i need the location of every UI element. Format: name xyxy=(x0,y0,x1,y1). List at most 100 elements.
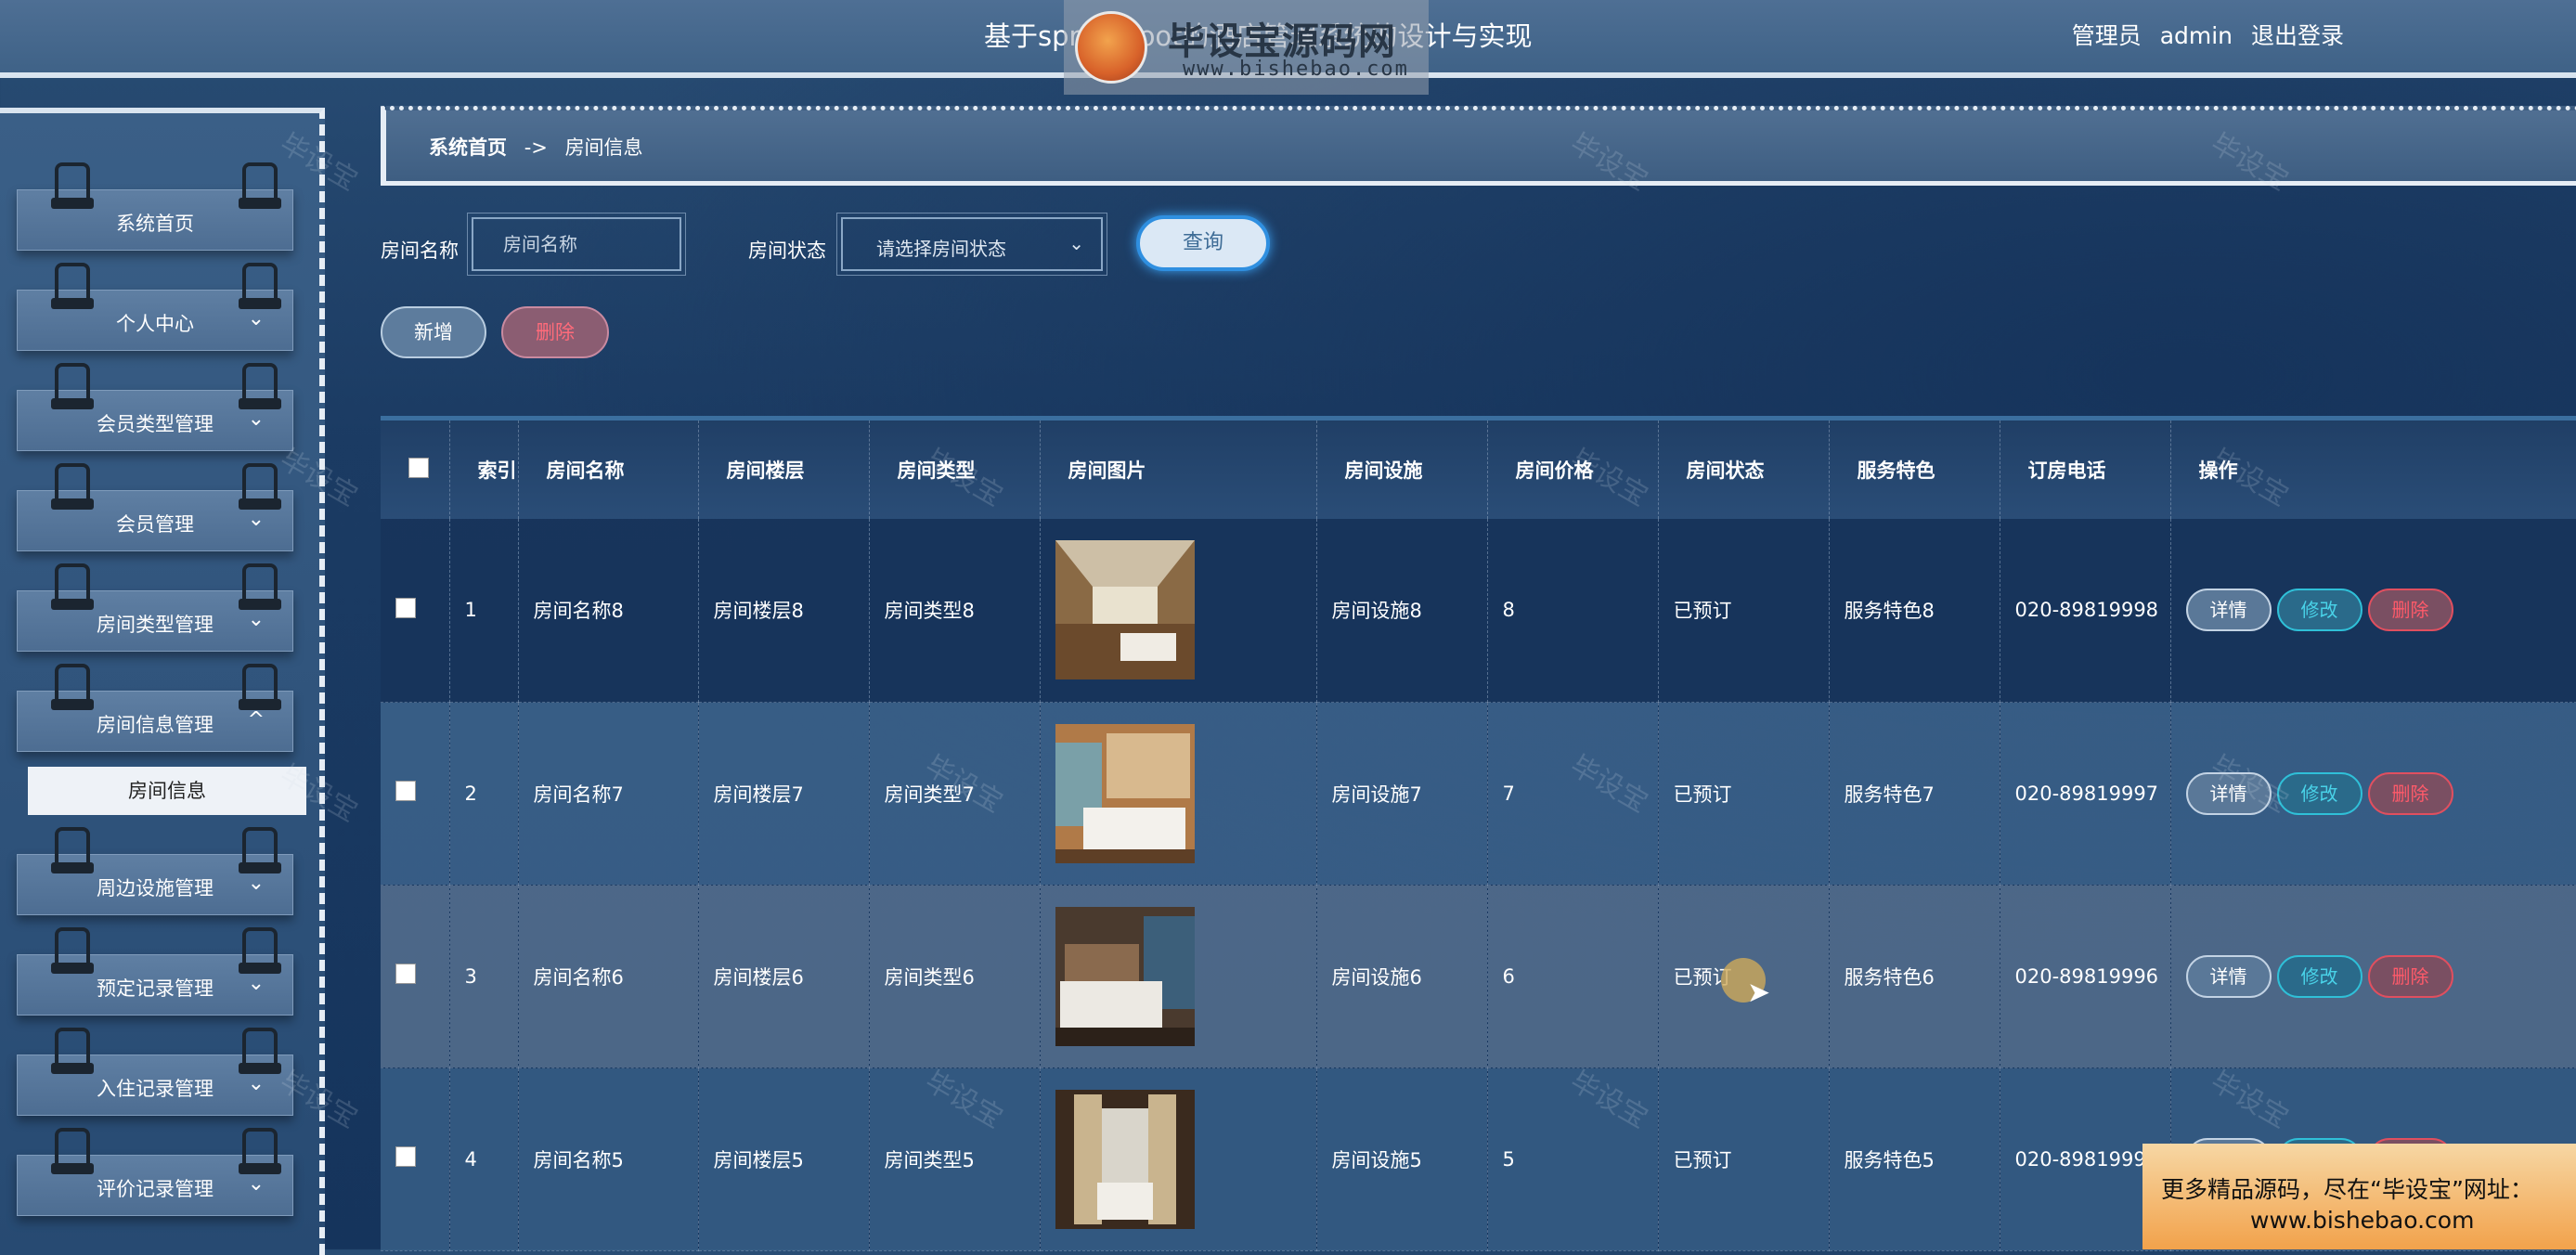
batch-delete-button[interactable]: 删除 xyxy=(501,306,609,358)
sidebar-item-review-records[interactable]: 评价记录管理 ⌄ xyxy=(17,1128,293,1216)
sidebar-item-personal-center[interactable]: 个人中心 ⌄ xyxy=(17,263,293,351)
binder-clip-icon xyxy=(239,1128,281,1174)
row-checkbox[interactable] xyxy=(395,1146,416,1167)
column-header: 订房电话 xyxy=(2000,420,2171,519)
column-header: 房间设施 xyxy=(1316,420,1488,519)
chevron-down-icon: ⌄ xyxy=(247,1072,265,1095)
room-name-label: 房间名称 xyxy=(381,239,459,262)
cell-room-image xyxy=(1040,885,1317,1068)
sidebar-subitem-room-info[interactable]: 房间信息 xyxy=(28,767,306,815)
delete-button[interactable]: 删除 xyxy=(2367,954,2453,998)
cell-room-floor: 房间楼层5 xyxy=(698,1067,870,1251)
binder-clip-icon xyxy=(51,363,94,409)
cell-room-type: 房间类型6 xyxy=(869,885,1041,1068)
row-select-cell[interactable] xyxy=(381,885,450,1068)
cell-phone: 020-89819996 xyxy=(2000,885,2171,1068)
delete-button[interactable]: 删除 xyxy=(2367,589,2453,632)
row-checkbox[interactable] xyxy=(395,964,416,984)
table-row: 3 房间名称6 房间楼层6 房间类型6 房间设施6 6 已预订 服务特色6 02… xyxy=(381,885,2576,1068)
binder-clip-icon xyxy=(239,927,281,974)
room-status-select[interactable]: 请选择房间状态 ⌄ xyxy=(836,213,1107,276)
column-header: 服务特色 xyxy=(1829,420,2000,519)
detail-button[interactable]: 详情 xyxy=(2185,771,2272,815)
cell-room-image xyxy=(1040,519,1317,703)
user-name: admin xyxy=(2159,22,2233,49)
row-checkbox[interactable] xyxy=(395,597,416,618)
cell-room-floor: 房间楼层8 xyxy=(698,519,870,703)
sidebar-item-checkin-records[interactable]: 入住记录管理 ⌄ xyxy=(17,1028,293,1116)
room-photo xyxy=(1055,906,1195,1046)
edit-button[interactable]: 修改 xyxy=(2276,954,2362,998)
query-button[interactable]: 查询 xyxy=(1136,215,1270,271)
sidebar-item-home[interactable]: 系统首页 xyxy=(17,162,293,251)
row-select-cell[interactable] xyxy=(381,1067,450,1251)
column-header: 操作 xyxy=(2170,420,2576,519)
select-all-header[interactable] xyxy=(381,420,450,519)
binder-clip-icon xyxy=(51,263,94,309)
cell-phone: 020-89819998 xyxy=(2000,519,2171,703)
room-table-grid: 索引 房间名称 房间楼层 房间类型 房间图片 房间设施 房间价格 房间状态 服务… xyxy=(381,420,2576,1251)
cell-room-facility: 房间设施5 xyxy=(1316,1067,1488,1251)
binder-clip-icon xyxy=(239,162,281,209)
cell-actions: 详情修改删除 xyxy=(2170,702,2576,886)
column-header: 房间图片 xyxy=(1040,420,1317,519)
add-button[interactable]: 新增 xyxy=(381,306,486,358)
breadcrumb-trail: 系统首页 -> 房间信息 xyxy=(429,133,654,161)
room-status-placeholder: 请选择房间状态 xyxy=(876,238,1006,260)
breadcrumb-current: 房间信息 xyxy=(564,136,643,159)
cell-service-feature: 服务特色8 xyxy=(1829,519,2000,703)
cell-room-status: 已预订 xyxy=(1658,702,1830,886)
column-header: 房间楼层 xyxy=(698,420,870,519)
row-checkbox[interactable] xyxy=(395,781,416,801)
binder-clip-icon xyxy=(51,463,94,510)
cell-room-floor: 房间楼层6 xyxy=(698,885,870,1068)
cell-room-name: 房间名称5 xyxy=(518,1067,699,1251)
cell-index: 1 xyxy=(449,519,519,703)
table-row: 2 房间名称7 房间楼层7 房间类型7 房间设施7 7 已预订 服务特色7 02… xyxy=(381,702,2576,886)
select-all-checkbox[interactable] xyxy=(408,457,429,478)
edit-button[interactable]: 修改 xyxy=(2276,589,2362,632)
sidebar-item-facilities[interactable]: 周边设施管理 ⌄ xyxy=(17,827,293,915)
room-photo xyxy=(1055,723,1195,863)
sidebar-item-room-type[interactable]: 房间类型管理 ⌄ xyxy=(17,563,293,652)
row-select-cell[interactable] xyxy=(381,519,450,703)
promo-banner[interactable]: 更多精品源码，尽在“毕设宝”网址： www.bishebao.com xyxy=(2142,1144,2576,1249)
sidebar: 系统首页 个人中心 ⌄ 会员类型管理 ⌄ 会员管理 ⌄ 房间类型管理 ⌄ 房间信… xyxy=(0,108,325,1255)
delete-button[interactable]: 删除 xyxy=(2367,771,2453,815)
user-area: 管理员 admin 退出登录 xyxy=(2061,18,2344,51)
cell-index: 3 xyxy=(449,885,519,1068)
sidebar-item-member-type[interactable]: 会员类型管理 ⌄ xyxy=(17,363,293,451)
room-name-input[interactable] xyxy=(467,213,686,276)
cell-actions: 详情修改删除 xyxy=(2170,885,2576,1068)
logout-link[interactable]: 退出登录 xyxy=(2251,22,2344,49)
binder-clip-icon xyxy=(51,827,94,873)
user-role: 管理员 xyxy=(2071,22,2142,49)
column-header: 房间价格 xyxy=(1487,420,1659,519)
promo-line-2: www.bishebao.com xyxy=(2250,1207,2475,1234)
sidebar-item-booking-records[interactable]: 预定记录管理 ⌄ xyxy=(17,927,293,1016)
sidebar-item-label: 系统首页 xyxy=(116,213,194,235)
sidebar-item-member[interactable]: 会员管理 ⌄ xyxy=(17,463,293,551)
breadcrumb-home[interactable]: 系统首页 xyxy=(429,136,507,159)
cell-room-name: 房间名称6 xyxy=(518,885,699,1068)
binder-clip-icon xyxy=(51,927,94,974)
room-photo xyxy=(1055,1089,1195,1229)
binder-clip-icon xyxy=(51,1028,94,1074)
watermark-logo: 毕设宝源码网 www.bishebao.com xyxy=(1064,0,1429,95)
cursor-arrow-icon: ➤ xyxy=(1747,977,1771,1009)
sidebar-item-room-info[interactable]: 房间信息管理 ^ xyxy=(17,664,293,752)
detail-button[interactable]: 详情 xyxy=(2185,589,2272,632)
chevron-up-icon: ^ xyxy=(247,708,265,731)
row-select-cell[interactable] xyxy=(381,702,450,886)
chevron-down-icon: ⌄ xyxy=(247,608,265,631)
detail-button[interactable]: 详情 xyxy=(2185,954,2272,998)
chevron-down-icon: ⌄ xyxy=(247,307,265,330)
cell-service-feature: 服务特色6 xyxy=(1829,885,2000,1068)
edit-button[interactable]: 修改 xyxy=(2276,771,2362,815)
cell-service-feature: 服务特色5 xyxy=(1829,1067,2000,1251)
cell-room-price: 5 xyxy=(1487,1067,1659,1251)
chevron-down-icon: ⌄ xyxy=(247,508,265,531)
cell-room-floor: 房间楼层7 xyxy=(698,702,870,886)
binder-clip-icon xyxy=(239,1028,281,1074)
cell-room-facility: 房间设施6 xyxy=(1316,885,1488,1068)
